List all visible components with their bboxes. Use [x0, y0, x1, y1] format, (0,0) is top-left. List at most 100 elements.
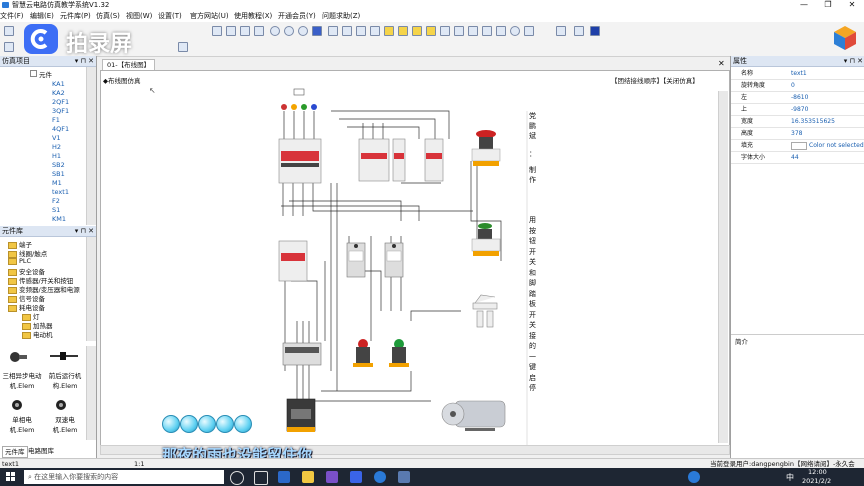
app-icon-1[interactable] [326, 471, 338, 483]
menu-membership[interactable]: 开通会员(Y) [278, 10, 316, 22]
tree-item[interactable]: SB2 [52, 161, 65, 169]
prop-value[interactable]: -8610 [791, 92, 808, 103]
prop-value[interactable]: 44 [791, 152, 799, 163]
run-icon[interactable] [556, 26, 566, 36]
tab-library[interactable]: 元件库 [2, 446, 28, 458]
windows-start-icon[interactable] [6, 472, 16, 482]
tree-item[interactable]: SB1 [52, 170, 65, 178]
bring-front-icon[interactable] [412, 26, 422, 36]
task-view-icon[interactable] [254, 471, 268, 485]
text-icon[interactable] [496, 26, 506, 36]
tree-item[interactable]: F1 [52, 116, 60, 124]
group-icon[interactable] [384, 26, 394, 36]
redo-icon[interactable] [342, 26, 352, 36]
wire-icon[interactable] [482, 26, 492, 36]
tree-item[interactable]: text1 [52, 188, 69, 196]
paste-icon[interactable] [240, 26, 250, 36]
send-back-icon[interactable] [426, 26, 436, 36]
tab-circuit-library[interactable]: 电路图库 [26, 446, 56, 456]
prop-row[interactable]: 上 -9870 [731, 104, 864, 116]
prop-value[interactable]: 378 [791, 128, 802, 139]
menu-library[interactable]: 元件库(P) [60, 10, 91, 22]
prop-value[interactable]: -9870 [791, 104, 808, 115]
library-scrollbar[interactable] [86, 237, 96, 341]
app-icon-2[interactable] [374, 471, 386, 483]
panel-pin-icon[interactable]: ▾ ⊓ ✕ [75, 56, 94, 66]
tree-item[interactable]: S1 [52, 206, 60, 214]
align-right-icon[interactable] [370, 26, 380, 36]
ungroup-icon[interactable] [398, 26, 408, 36]
canvas-scrollbar-v[interactable] [718, 91, 728, 443]
delete-icon[interactable] [254, 26, 264, 36]
recorder-app-icon[interactable] [350, 471, 362, 483]
tree-item[interactable]: KM1 [52, 215, 66, 223]
clock-time[interactable]: 12:00 [808, 468, 827, 477]
menu-file[interactable]: 文件(F) [0, 10, 24, 22]
close-window-button[interactable]: ✕ [840, 0, 864, 10]
prop-row[interactable]: 高度 378 [731, 128, 864, 140]
close-doc-button[interactable]: ✕ [718, 59, 725, 68]
stop-sim-icon[interactable] [590, 26, 600, 36]
tree-item[interactable]: KA1 [52, 80, 65, 88]
table-icon[interactable] [468, 26, 478, 36]
menu-tutorial[interactable]: 使用教程(X) [234, 10, 272, 22]
prop-value[interactable]: text1 [791, 68, 807, 79]
settings-icon[interactable] [524, 26, 534, 36]
tree-item[interactable]: KA2 [52, 89, 65, 97]
tree-root[interactable]: 元件 [30, 69, 52, 79]
library-item[interactable]: PLC [8, 257, 31, 265]
taskbar-search-input[interactable]: ⌕ 在这里输入你要搜索的内容 [24, 470, 224, 484]
grid-icon[interactable] [454, 26, 464, 36]
align-left-icon[interactable] [356, 26, 366, 36]
stop-icon[interactable] [312, 26, 322, 36]
tree-item[interactable]: H1 [52, 152, 61, 160]
app-icon-3[interactable] [398, 471, 410, 483]
tree-scrollbar[interactable] [86, 67, 96, 225]
menu-view[interactable]: 视图(W) [126, 10, 152, 22]
prop-row[interactable]: 填充 Color not selected [731, 140, 864, 152]
prop-row[interactable]: 宽度 16.353515625 [731, 116, 864, 128]
wiring-canvas[interactable]: ◆布线图仿真 【团结接线顺序】【关闭仿真】 党 鹏 斌 ： 制 作 用 按 钮 … [100, 70, 730, 447]
prop-row[interactable]: 旋转角度 0 [731, 80, 864, 92]
prop-row[interactable]: 左 -8610 [731, 92, 864, 104]
zoom-fit-icon[interactable] [298, 26, 308, 36]
clock-date[interactable]: 2021/2/2 [802, 477, 831, 486]
hand-icon[interactable] [440, 26, 450, 36]
menu-simulate[interactable]: 仿真(S) [96, 10, 120, 22]
library-pin-icon[interactable]: ▾ ⊓ ✕ [75, 226, 94, 236]
edge-icon[interactable] [278, 471, 290, 483]
tree-item[interactable]: F2 [52, 197, 60, 205]
tree-item[interactable]: 3QF1 [52, 107, 69, 115]
undo-icon[interactable] [328, 26, 338, 36]
tree-item[interactable]: 2QF1 [52, 98, 69, 106]
mechanism-thumb-icon[interactable] [50, 352, 78, 360]
zoom-out-icon[interactable] [284, 26, 294, 36]
thumb-scrollbar[interactable] [86, 346, 96, 440]
new-icon[interactable] [4, 26, 14, 36]
pointer-icon[interactable] [4, 42, 14, 52]
library-item[interactable]: 电动机 [22, 329, 53, 339]
motor-thumb-icon[interactable] [8, 350, 28, 364]
tree-item[interactable]: 4QF1 [52, 125, 69, 133]
ime-indicator[interactable]: 中 [786, 472, 794, 483]
prop-row[interactable]: 字体大小 44 [731, 152, 864, 164]
menu-help[interactable]: 问题求助(Z) [322, 10, 360, 22]
prop-value[interactable]: 16.353515625 [791, 116, 835, 127]
minimize-button[interactable]: — [792, 0, 816, 10]
maximize-button[interactable]: ❐ [816, 0, 840, 10]
refresh-icon[interactable] [510, 26, 520, 36]
cortana-icon[interactable] [230, 471, 244, 485]
single-phase-motor-icon[interactable] [8, 398, 26, 412]
explorer-icon[interactable] [302, 471, 314, 483]
prop-row[interactable]: 名称 text1 [731, 68, 864, 80]
menu-website[interactable]: 官方网站(U) [190, 10, 229, 22]
dual-speed-motor-icon[interactable] [52, 398, 70, 412]
color-swatch[interactable] [791, 142, 807, 150]
copy-icon[interactable] [226, 26, 236, 36]
menu-edit[interactable]: 编辑(E) [30, 10, 54, 22]
tree-item[interactable]: H2 [52, 143, 61, 151]
play-icon[interactable] [574, 26, 584, 36]
zoom-in-icon[interactable] [270, 26, 280, 36]
tree-item[interactable]: M1 [52, 179, 62, 187]
prop-value[interactable]: 0 [791, 80, 795, 91]
